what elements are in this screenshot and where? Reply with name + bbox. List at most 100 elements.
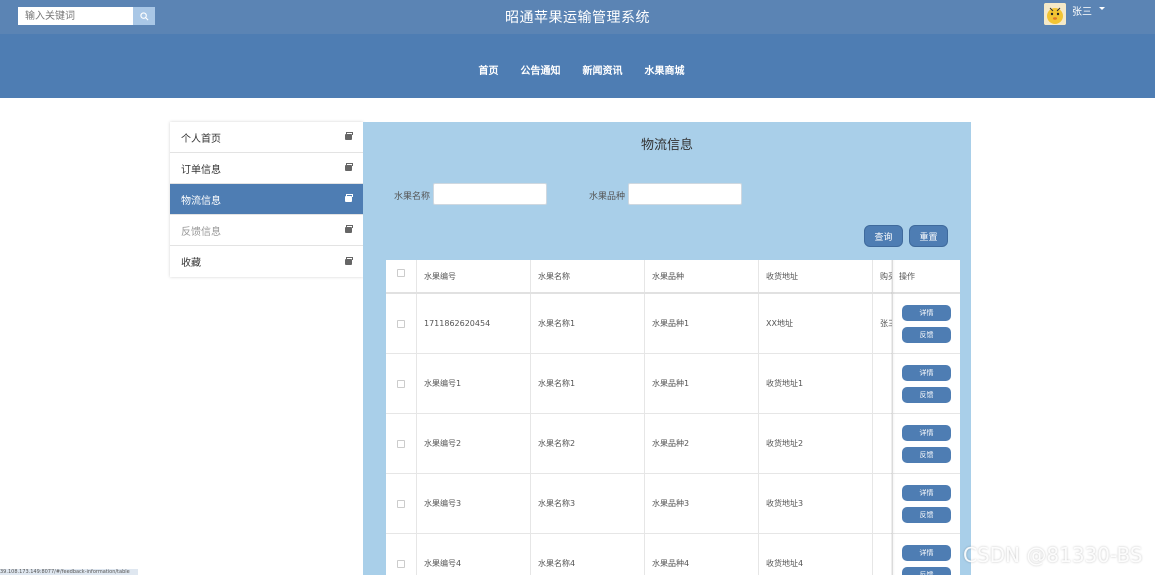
feedback-button[interactable]: 反馈 bbox=[902, 386, 951, 403]
nav-item-news[interactable]: 新闻资讯 bbox=[583, 62, 623, 77]
address-cell: 收货地址3 bbox=[759, 474, 873, 533]
sidebar-item-logistics[interactable]: 物流信息 bbox=[170, 184, 363, 215]
nav-item-home[interactable]: 首页 bbox=[479, 62, 499, 77]
row-select-cell bbox=[386, 534, 417, 575]
row-checkbox[interactable] bbox=[397, 500, 405, 508]
address-cell: 收货地址1 bbox=[759, 354, 873, 413]
row-select-cell bbox=[386, 354, 417, 413]
row-select-cell bbox=[386, 474, 417, 533]
fruit-variety-cell: 水果品种4 bbox=[645, 534, 759, 575]
column-header: 收货地址 bbox=[759, 260, 873, 292]
detail-button[interactable]: 详情 bbox=[902, 484, 951, 501]
site-title: 昭通苹果运输管理系统 bbox=[505, 10, 650, 26]
content-panel: 物流信息 水果名称 水果品种 查询 重置 水果编号 水果名称 水果品种 收货地址… bbox=[363, 122, 971, 575]
buyer-cell bbox=[873, 354, 893, 413]
actions-cell: 详情 反馈 bbox=[893, 414, 960, 473]
fruit-name-cell: 水果名称4 bbox=[531, 534, 645, 575]
logistics-table: 水果编号 水果名称 水果品种 收货地址 购买 操作 1711862620454 … bbox=[386, 260, 960, 575]
column-header: 水果品种 bbox=[645, 260, 759, 292]
username[interactable]: 张三 bbox=[1072, 3, 1092, 18]
sidebar-item-label: 收藏 bbox=[181, 258, 201, 269]
fixed-column-shadow bbox=[891, 260, 895, 575]
main-nav: 首页 公告通知 新闻资讯 水果商城 bbox=[0, 62, 1155, 77]
nav-band: 首页 公告通知 新闻资讯 水果商城 bbox=[0, 34, 1155, 98]
nav-item-mall[interactable]: 水果商城 bbox=[645, 62, 685, 77]
briefcase-icon bbox=[345, 132, 353, 140]
table-row: 水果编号3 水果名称3 水果品种3 收货地址3 详情 反馈 bbox=[386, 474, 960, 534]
feedback-button[interactable]: 反馈 bbox=[902, 506, 951, 523]
fruit-name-cell: 水果名称2 bbox=[531, 414, 645, 473]
page-title: 物流信息 bbox=[640, 138, 693, 153]
fruit-id-cell: 水果编号2 bbox=[417, 414, 531, 473]
briefcase-icon bbox=[345, 256, 353, 265]
address-cell: 收货地址2 bbox=[759, 414, 873, 473]
avatar[interactable] bbox=[1044, 3, 1066, 25]
briefcase-icon bbox=[345, 194, 353, 202]
fruit-id-cell: 1711862620454 bbox=[417, 294, 531, 353]
sidebar-item-label: 订单信息 bbox=[181, 164, 221, 176]
briefcase-icon bbox=[345, 225, 353, 233]
fruit-id-cell: 水果编号1 bbox=[417, 354, 531, 413]
sidebar-item-label: 个人首页 bbox=[181, 133, 221, 145]
chevron-down-icon[interactable] bbox=[1099, 7, 1105, 10]
briefcase-icon bbox=[345, 163, 353, 171]
fruit-variety-input[interactable] bbox=[628, 183, 742, 205]
feedback-button[interactable]: 反馈 bbox=[902, 326, 951, 343]
buyer-cell bbox=[873, 534, 893, 575]
address-cell: XX地址 bbox=[759, 294, 873, 353]
fruit-variety-cell: 水果品种1 bbox=[645, 354, 759, 413]
sidebar-item-home[interactable]: 个人首页 bbox=[170, 122, 363, 153]
column-header: 购买 bbox=[873, 260, 893, 292]
detail-button[interactable]: 详情 bbox=[902, 364, 951, 381]
fruit-name-cell: 水果名称3 bbox=[531, 474, 645, 533]
fruit-name-cell: 水果名称1 bbox=[531, 294, 645, 353]
avatar-image bbox=[1044, 3, 1066, 25]
row-checkbox[interactable] bbox=[397, 380, 405, 388]
feedback-button[interactable]: 反馈 bbox=[902, 566, 951, 575]
row-checkbox[interactable] bbox=[397, 440, 405, 448]
fruit-variety-cell: 水果品种1 bbox=[645, 294, 759, 353]
fruit-name-input[interactable] bbox=[433, 183, 547, 205]
fruit-id-cell: 水果编号4 bbox=[417, 534, 531, 575]
select-all-checkbox[interactable] bbox=[397, 269, 405, 277]
buyer-cell bbox=[873, 474, 893, 533]
detail-button[interactable]: 详情 bbox=[902, 544, 951, 561]
detail-button[interactable]: 详情 bbox=[902, 304, 951, 321]
sidebar-item-favorites[interactable]: 收藏 bbox=[170, 246, 363, 277]
table-row: 水果编号4 水果名称4 水果品种4 收货地址4 详情 反馈 bbox=[386, 534, 960, 575]
watermark: CSDN @81330-BS bbox=[963, 543, 1143, 567]
row-select-cell bbox=[386, 414, 417, 473]
actions-cell: 详情 反馈 bbox=[893, 474, 960, 533]
fruit-variety-cell: 水果品种2 bbox=[645, 414, 759, 473]
table-row: 水果编号2 水果名称2 水果品种2 收货地址2 详情 反馈 bbox=[386, 414, 960, 474]
column-header: 水果编号 bbox=[417, 260, 531, 292]
sidebar-item-feedback[interactable]: 反馈信息 bbox=[170, 215, 363, 246]
feedback-button[interactable]: 反馈 bbox=[902, 446, 951, 463]
table-row: 1711862620454 水果名称1 水果品种1 XX地址 张三 详情 反馈 bbox=[386, 294, 960, 354]
actions-cell: 详情 反馈 bbox=[893, 354, 960, 413]
row-select-cell bbox=[386, 294, 417, 353]
sidebar-item-label: 物流信息 bbox=[181, 195, 221, 207]
sidebar-item-label: 反馈信息 bbox=[181, 226, 221, 238]
address-cell: 收货地址4 bbox=[759, 534, 873, 575]
fruit-name-cell: 水果名称1 bbox=[531, 354, 645, 413]
reset-button[interactable]: 重置 bbox=[909, 225, 948, 247]
detail-button[interactable]: 详情 bbox=[902, 424, 951, 441]
select-all-cell bbox=[386, 260, 417, 292]
buyer-cell: 张三 bbox=[873, 294, 893, 353]
fruit-variety-cell: 水果品种3 bbox=[645, 474, 759, 533]
actions-cell: 详情 反馈 bbox=[893, 294, 960, 353]
status-url: 39.108.173.149:8077/#/feedback-informati… bbox=[0, 569, 138, 575]
nav-item-notice[interactable]: 公告通知 bbox=[521, 62, 561, 77]
fruit-name-label: 水果名称 bbox=[394, 192, 431, 202]
fruit-variety-label: 水果品种 bbox=[589, 192, 626, 202]
row-checkbox[interactable] bbox=[397, 320, 405, 328]
query-button[interactable]: 查询 bbox=[864, 225, 903, 247]
sidebar-item-orders[interactable]: 订单信息 bbox=[170, 153, 363, 184]
column-header: 操作 bbox=[899, 271, 915, 281]
column-header: 水果名称 bbox=[531, 260, 645, 292]
sidebar: 个人首页 订单信息 物流信息 反馈信息 收藏 bbox=[170, 122, 363, 277]
buyer-cell bbox=[873, 414, 893, 473]
row-checkbox[interactable] bbox=[397, 560, 405, 568]
table-header: 水果编号 水果名称 水果品种 收货地址 购买 操作 bbox=[386, 260, 960, 294]
